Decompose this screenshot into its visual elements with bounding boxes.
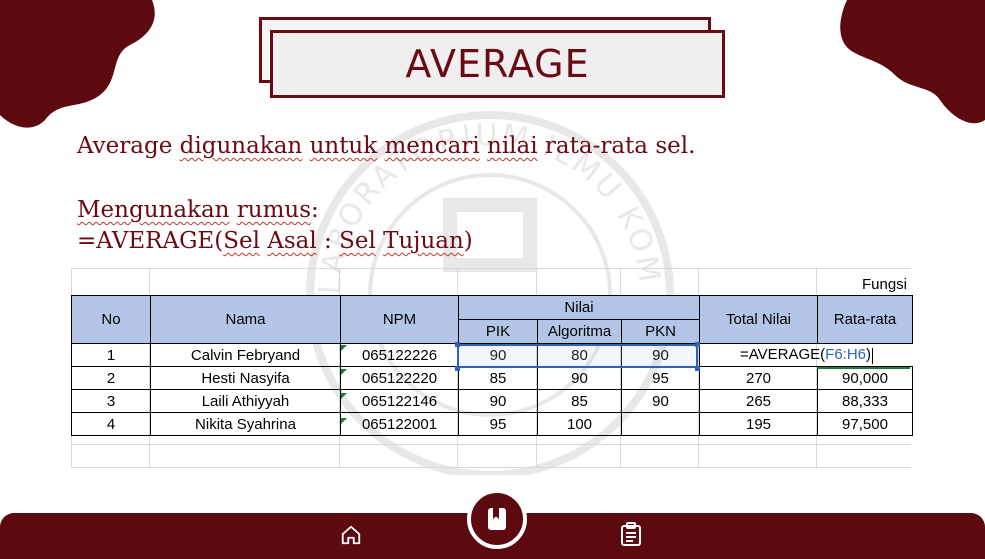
cell-nama[interactable]: Laili Athiyyah (150, 389, 341, 413)
table-row: 4 Nikita Syahrina 065122001 95 100 195 9… (71, 412, 913, 436)
formula-part: Sel (339, 228, 376, 254)
clipboard-icon[interactable] (620, 522, 642, 546)
range-handle[interactable] (695, 366, 700, 371)
cell-warning-indicator (341, 393, 347, 399)
gridline (71, 444, 911, 445)
cell-pik[interactable]: 85 (458, 366, 538, 390)
rumus-word: Mengunakan (77, 197, 230, 223)
rumus-label: Mengunakan rumus: (77, 197, 319, 223)
cell-npm[interactable]: 065122001 (340, 412, 459, 436)
formula-part: Asal (267, 228, 317, 254)
cell-rata[interactable]: 88,333 (817, 389, 913, 413)
book-nav-button[interactable] (467, 489, 527, 549)
title-frame-front: AVERAGE (270, 30, 725, 98)
header-rata-rata[interactable]: Rata-rata (817, 295, 913, 344)
cell-total[interactable]: 270 (699, 366, 818, 390)
desc-word: Average (77, 133, 173, 159)
formula-part: : (316, 228, 340, 254)
cell-pkn[interactable]: 95 (621, 366, 700, 390)
formula-prefix: =AVERAGE( (740, 346, 826, 364)
header-pkn[interactable]: PKN (621, 319, 700, 344)
cell-rata[interactable]: 90,000 (817, 366, 913, 390)
cell-total[interactable]: 265 (699, 389, 818, 413)
active-cell-underline (817, 367, 910, 369)
cell-formula-editing[interactable]: =AVERAGE(F6:H6) (699, 343, 913, 367)
description-text: Average digunakan untuk mencari nilai ra… (77, 133, 695, 159)
desc-word: rata-rata sel. (544, 133, 696, 159)
header-pik[interactable]: PIK (458, 319, 538, 344)
range-handle[interactable] (455, 342, 460, 347)
desc-word: nilai (487, 133, 538, 159)
rumus-colon: : (311, 197, 319, 223)
formula-suffix: ) (866, 346, 872, 364)
gridline (71, 467, 911, 468)
header-nama[interactable]: Nama (150, 295, 341, 344)
title-frame: AVERAGE (259, 17, 725, 99)
range-handle[interactable] (695, 342, 700, 347)
cell-nama[interactable]: Calvin Febryand (150, 343, 341, 367)
desc-word: digunakan (179, 133, 303, 159)
formula-part: Sel (223, 228, 260, 254)
formula-part: Tujuan (383, 228, 464, 254)
desc-word: untuk (309, 133, 378, 159)
cell-no[interactable]: 2 (71, 366, 151, 390)
header-npm[interactable]: NPM (340, 295, 459, 344)
page-title: AVERAGE (405, 42, 590, 86)
rumus-word: rumus (236, 197, 312, 223)
formula-part: ) (463, 228, 473, 254)
fungsi-label: Fungsi (861, 276, 907, 293)
cell-nama[interactable]: Hesti Nasyifa (150, 366, 341, 390)
range-highlight[interactable] (457, 344, 698, 368)
cell-nama[interactable]: Nikita Syahrina (150, 412, 341, 436)
header-no[interactable]: No (71, 295, 151, 344)
cell-warning-indicator (341, 418, 347, 424)
cell-npm[interactable]: 065122220 (340, 366, 459, 390)
cell-algoritma[interactable]: 85 (537, 389, 622, 413)
corner-decoration-left (0, 0, 155, 128)
cell-pkn[interactable] (621, 412, 700, 436)
cell-pik[interactable]: 95 (458, 412, 538, 436)
book-icon (488, 508, 506, 530)
cell-warning-indicator (341, 345, 347, 351)
cell-rata[interactable]: 97,500 (817, 412, 913, 436)
cell-no[interactable]: 3 (71, 389, 151, 413)
formula-range-ref: F6:H6 (825, 346, 867, 364)
table-row: 3 Laili Athiyyah 065122146 90 85 90 265 … (71, 389, 913, 413)
header-nilai[interactable]: Nilai (458, 295, 700, 320)
cell-algoritma[interactable]: 100 (537, 412, 622, 436)
formula-part: =AVERAGE( (77, 228, 224, 254)
text-cursor (872, 347, 874, 364)
table-header-row: No Nama NPM Nilai Total Nilai Rata-rata (71, 295, 913, 344)
gridline (71, 268, 911, 269)
desc-word: mencari (384, 133, 480, 159)
corner-decoration-right (840, 0, 985, 124)
cell-pkn[interactable]: 90 (621, 389, 700, 413)
table-row: 2 Hesti Nasyifa 065122220 85 90 95 270 9… (71, 366, 913, 390)
home-icon[interactable] (340, 524, 362, 546)
cell-warning-indicator (341, 369, 347, 375)
range-handle[interactable] (455, 366, 460, 371)
cell-npm[interactable]: 065122146 (340, 389, 459, 413)
rumus-formula: =AVERAGE(Sel Asal : Sel Tujuan) (77, 228, 473, 254)
cell-algoritma[interactable]: 90 (537, 366, 622, 390)
cell-total[interactable]: 195 (699, 412, 818, 436)
cell-npm[interactable]: 065122226 (340, 343, 459, 367)
cell-no[interactable]: 4 (71, 412, 151, 436)
cell-pik[interactable]: 90 (458, 389, 538, 413)
header-total-nilai[interactable]: Total Nilai (699, 295, 818, 344)
cell-no[interactable]: 1 (71, 343, 151, 367)
header-algoritma[interactable]: Algoritma (537, 319, 622, 344)
